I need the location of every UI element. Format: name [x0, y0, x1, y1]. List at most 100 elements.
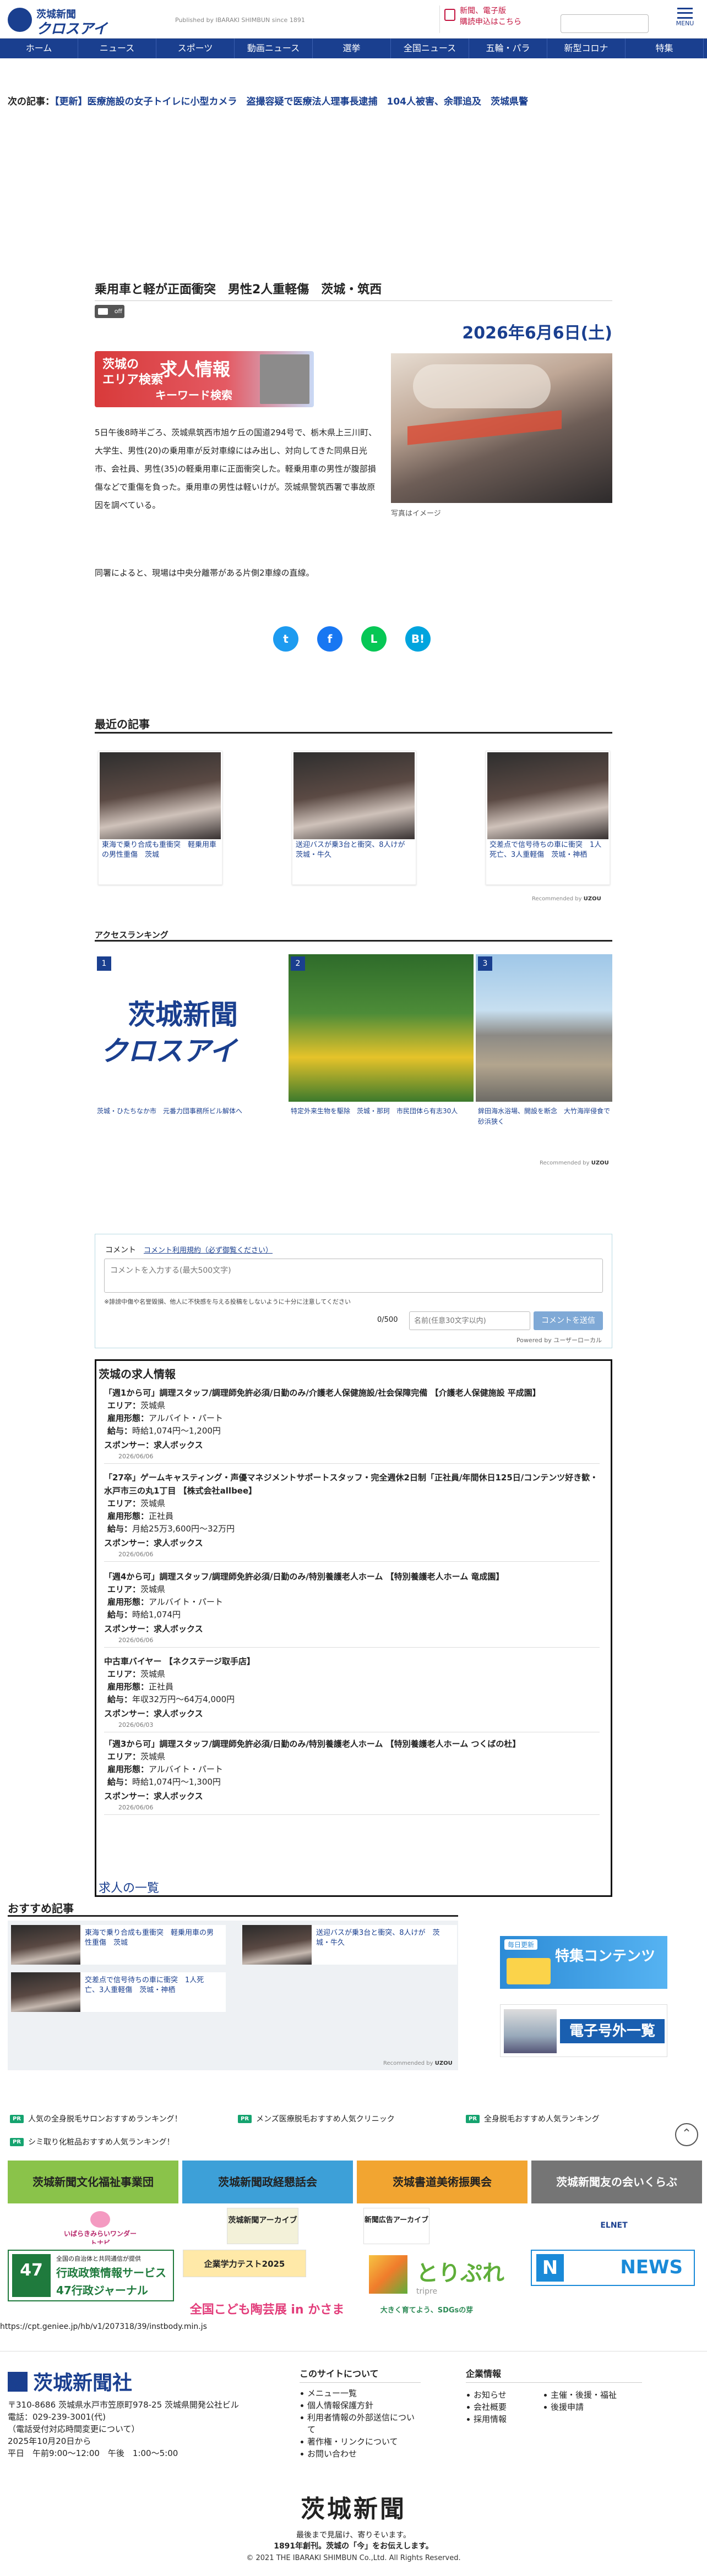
nav-item[interactable]: 五輪・パラ [469, 39, 547, 58]
footer-logo[interactable]: 茨城新聞社 [8, 2367, 132, 2395]
menu-button[interactable]: MENU [671, 6, 699, 33]
read-aloud-toggle[interactable]: off [95, 305, 124, 318]
footer-link[interactable]: お問い合わせ [300, 2448, 421, 2460]
footer-address-line: 〒310-8686 茨城県水戸市笠原町978-25 茨城県開発公社ビル [8, 2400, 239, 2410]
feature-content-banner[interactable]: 毎日更新 特集コンテンツ [500, 1936, 667, 1989]
nav-item[interactable]: スポーツ [156, 39, 235, 58]
next-article-link[interactable]: 【更新】医療施設の女子トイレに小型カメラ 盗撮容疑で医療法人理事長逮捕 104人… [55, 96, 528, 107]
news-n-icon: N [536, 2254, 564, 2282]
footer-address-line: 電話：029-239-3001(代) [8, 2412, 106, 2422]
recent-articles-title: 最近の記事 [95, 718, 150, 731]
footer-link[interactable]: 個人情報保護方針 [300, 2399, 421, 2411]
nav-item[interactable]: 全国ニュース [391, 39, 469, 58]
footer-link[interactable]: 後援申請 [543, 2401, 617, 2413]
pr-link[interactable]: PR シミ取り化粧品おすすめ人気ランキング！ [10, 2136, 175, 2147]
banner-wonder-navi[interactable]: いばらきみらいワンダートナビ [62, 2208, 139, 2244]
osusume-card[interactable]: 交差点で信号待ちの車に衝突 1人死亡、3人重軽傷 茨城・神栖 [11, 1972, 226, 2012]
footer-logo-icon [8, 2372, 28, 2392]
banner-ad-archive[interactable]: 新聞広告アーカイブ [363, 2208, 429, 2244]
extra-edition-banner[interactable]: 電子号外一覧 [500, 2004, 667, 2057]
main-nav: ホーム ニュース スポーツ 動画ニュース 選挙 全国ニュース 五輪・パラ 新型コロナ 特集 [0, 39, 707, 58]
recent-article-card[interactable]: 送迎バスが乗3台と衝突、8人けが 茨城・牛久 [292, 751, 416, 885]
share-hatena-button[interactable]: B! [405, 626, 431, 652]
banner-elnet[interactable]: ELNET [584, 2208, 644, 2244]
comment-form: コメント コメント利用規約（必ず御覧ください） ※誹謗中傷や名誉毀損、他人に不快… [95, 1234, 612, 1348]
nav-item[interactable]: ニュース [78, 39, 156, 58]
ranking-item[interactable]: 2 特定外来生物を駆除 茨城・那珂 市民団体ら有志30人 [289, 954, 474, 1115]
share-twitter-button[interactable]: t [273, 626, 298, 652]
pr-link[interactable]: PR 人気の全身脱毛サロンおすすめランキング！ [10, 2113, 182, 2124]
site-logo[interactable]: 茨城新聞 クロスアイ [8, 7, 140, 37]
ad2-image [504, 2009, 557, 2053]
comment-name-input[interactable] [409, 1311, 530, 1330]
back-to-top-button[interactable]: ⌃ [675, 2123, 698, 2146]
pr-link[interactable]: PR 全身脱毛おすすめ人気ランキング [466, 2113, 600, 2124]
footer-col-site: このサイトについて メニュー一覧 個人情報保護方針 利用者情報の外部送信について 著作… [300, 2368, 421, 2460]
footer-link[interactable]: お知らせ [466, 2389, 507, 2401]
ad1-title: 特集コンテンツ [555, 1948, 656, 1965]
job-area-label: エリア： [107, 1401, 141, 1410]
banner-news[interactable]: N NEWS [531, 2250, 695, 2286]
group-link[interactable]: 茨城新聞友の会いくらぶ [531, 2161, 702, 2203]
title-divider [95, 300, 612, 301]
nav-item[interactable]: ホーム [0, 39, 78, 58]
job-area-row: エリア：茨城県 [104, 1583, 600, 1596]
job-area-row: エリア：茨城県 [104, 1668, 600, 1681]
nav-item[interactable]: 特集 [626, 39, 704, 58]
osusume-divider [8, 1915, 458, 1917]
job-item[interactable]: 「27卒」ゲームキャスティング・声優マネジメントサポートスタッフ・完全週休2日制… [104, 1471, 600, 1562]
pr-link[interactable]: PR メンズ医療脱毛おすすめ人気クリニック [238, 2113, 395, 2124]
logo-mark-icon [8, 8, 32, 32]
comment-textarea[interactable] [104, 1259, 603, 1293]
footer-link[interactable]: 主催・後援・福祉 [543, 2389, 617, 2401]
nav-item[interactable]: 動画ニュース [235, 39, 313, 58]
job-area-label: エリア： [107, 1669, 141, 1679]
share-facebook-button[interactable]: f [317, 626, 342, 652]
ranking-item[interactable]: 茨城新聞 クロスアイ 1 茨城・ひたちなか市 元番力団事務所ビル解体へ [95, 954, 280, 1115]
comment-count: 0/500 [377, 1316, 398, 1324]
job-sponsor-row: スポンサー：求人ボックス [104, 1437, 600, 1453]
nav-item[interactable]: 新型コロナ [547, 39, 626, 58]
job-type-row: 雇用形態：アルバイト・パート [104, 1596, 600, 1609]
subscribe-link[interactable]: 新聞、電子版 購読申込はこちら [439, 6, 542, 33]
footer-link[interactable]: 会社概要 [466, 2401, 507, 2413]
journal-47-icon: 47 [12, 2254, 51, 2297]
comment-submit-button[interactable]: コメントを送信 [534, 1311, 603, 1330]
group-link[interactable]: 茨城新聞文化福祉事業団 [8, 2161, 178, 2203]
banner-tripre[interactable]: とりぷれ tripre [366, 2250, 514, 2301]
banner-47-journal[interactable]: 47 全国の自治体と共同通信が提供 行政政策情報サービス 47行政ジャーナル [8, 2250, 174, 2301]
ranking-image: 茨城新聞 クロスアイ [95, 954, 280, 1102]
footer-link[interactable]: メニュー一覧 [300, 2387, 421, 2399]
job-sponsor-value: 求人ボックス [154, 1791, 203, 1801]
footer-link[interactable]: 利用者情報の外部送信について [300, 2411, 421, 2436]
nav-item[interactable]: 選挙 [313, 39, 391, 58]
banner-47-line3: 47行政ジャーナル [56, 2284, 148, 2297]
banner-gakuryoku[interactable]: 企業学力テスト2025 [183, 2250, 306, 2277]
job-item[interactable]: 「週1から可」調理スタッフ/調理師免許必須/日勤のみ/介護老人保健施設/社会保障… [104, 1386, 600, 1464]
ranking-divider [95, 940, 612, 942]
job-item[interactable]: 中古車バイヤー 【ネクステージ取手店】 エリア：茨城県 雇用形態：正社員 給与：年収3… [104, 1655, 600, 1732]
job-search-banner[interactable]: 茨城の エリア検索 求人情報 キーワード検索 [95, 351, 314, 407]
recent-article-card[interactable]: 東海で乗り合成も重衝突 軽乗用車の男性重傷 茨城 [98, 751, 222, 885]
ranking-item[interactable]: 3 鉾田海水浴場、開設を断念 大竹海岸侵食で砂浜狭く [476, 954, 612, 1125]
comment-header: コメント コメント利用規約（必ず御覧ください） [105, 1244, 273, 1255]
group-link[interactable]: 茨城新聞政経懇話会 [182, 2161, 353, 2203]
osusume-card[interactable]: 送迎バスが乗3台と衝突、8人けが 茨城・牛久 [242, 1925, 457, 1965]
group-link[interactable]: 茨城書道美術振興会 [357, 2161, 527, 2203]
footer-link[interactable]: 著作権・リンクについて [300, 2436, 421, 2448]
job-item[interactable]: 「週3から可」調理スタッフ/調理師免許必須/日勤のみ/特別養護老人ホーム 【特別… [104, 1737, 600, 1815]
recent-article-card[interactable]: 交差点で信号待ちの車に衝突 1人死亡、3人重軽傷 茨城・神栖 [486, 751, 610, 885]
osusume-title-text: 東海で乗り合成も重衝突 軽乗用車の男性重傷 茨城 [85, 1929, 214, 1947]
footer-link[interactable]: 採用情報 [466, 2413, 507, 2425]
banner-area-text: 茨城の エリア検索 [102, 357, 163, 387]
ad1-image [507, 1958, 551, 1984]
job-item[interactable]: 「週4から可」調理スタッフ/調理師免許必須/日勤のみ/特別養護老人ホーム 【特別… [104, 1570, 600, 1648]
osusume-card[interactable]: 東海で乗り合成も重衝突 軽乗用車の男性重傷 茨城 [11, 1925, 226, 1965]
comment-terms-link[interactable]: コメント利用規約（必ず御覧ください） [144, 1246, 273, 1255]
banner-archive[interactable]: 茨城新聞アーカイブ [227, 2208, 298, 2244]
banner-sdgs[interactable]: 大きく育てよう、SDGsの芽 [366, 2300, 488, 2321]
search-input[interactable] [561, 14, 649, 33]
share-line-button[interactable]: L [361, 626, 387, 652]
jobs-all-link[interactable]: 求人の一覧 [99, 1878, 159, 1896]
banner-kids-pottery[interactable]: 全国こども陶芸展 in かさま [183, 2298, 351, 2322]
